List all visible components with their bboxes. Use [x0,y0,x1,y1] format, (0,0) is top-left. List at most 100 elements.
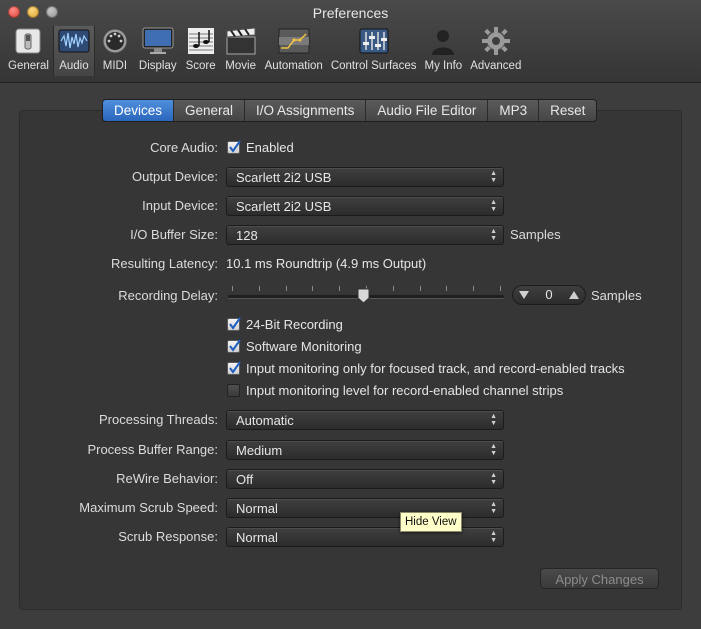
rewire-behavior-row: ReWire Behavior: Off ▲ ▼ [0,467,701,491]
updown-arrows-icon: ▲ ▼ [490,413,497,427]
core-audio-enabled-label: Enabled [246,140,294,155]
checkmark-icon [229,140,241,153]
input-device-label: Input Device: [142,198,218,213]
slider-tick [419,286,421,291]
updown-arrows-icon: ▲ ▼ [490,170,497,184]
toolbar-label: Score [185,60,216,72]
io-buffer-select[interactable]: 128 ▲ ▼ [226,225,504,245]
software-monitoring-checkbox[interactable] [227,339,241,353]
core-audio-checkbox[interactable] [227,140,241,154]
scrub-response-value: Normal [236,530,278,545]
slider-tick [500,286,501,291]
toolbar-label: MIDI [102,60,128,72]
increment-arrow-icon[interactable] [569,291,579,299]
24bit-recording-label: 24-Bit Recording [246,317,343,332]
option-input-monitoring-level-row: Input monitoring level for record-enable… [0,379,701,403]
processing-threads-value: Automatic [236,413,294,428]
slider-thumb[interactable] [357,288,370,304]
processing-threads-row: Processing Threads: Automatic ▲ ▼ [0,408,701,432]
toolbar-label: General [8,60,49,72]
toolbar-label: Movie [225,60,256,72]
processing-threads-select[interactable]: Automatic ▲ ▼ [226,410,504,430]
input-monitoring-focused-label: Input monitoring only for focused track,… [246,361,625,376]
output-device-value: Scarlett 2i2 USB [236,170,332,185]
toolbar-label: Audio [59,60,89,72]
io-buffer-value: 128 [236,228,258,243]
toolbar-audio[interactable]: Audio [52,26,95,76]
checkmark-icon [229,361,241,374]
tab-general[interactable]: General [174,100,246,121]
input-monitoring-focused-checkbox[interactable] [227,361,241,375]
max-scrub-speed-select[interactable]: Normal ▲ ▼ [226,498,504,518]
toolbar-my-info[interactable]: My Info [420,26,466,76]
automation-curve-icon [278,26,310,56]
toolbar-display[interactable]: Display [135,26,181,76]
recording-delay-unit: Samples [591,288,642,303]
slider-tick [339,286,341,291]
switch-icon [12,26,44,56]
toolbar-midi[interactable]: MIDI [95,26,135,76]
latency-row: Resulting Latency: 10.1 ms Roundtrip (4.… [0,252,701,276]
input-device-value: Scarlett 2i2 USB [236,199,332,214]
io-buffer-label: I/O Buffer Size: [130,227,218,242]
user-silhouette-icon [427,26,459,56]
music-notes-icon [185,26,217,56]
max-scrub-speed-label: Maximum Scrub Speed: [79,500,218,515]
slider-tick [473,286,475,291]
hide-view-tooltip: Hide View [400,512,462,532]
mixer-faders-icon [358,26,390,56]
rewire-behavior-select[interactable]: Off ▲ ▼ [226,469,504,489]
toolbar-control-surfaces[interactable]: Control Surfaces [327,26,421,76]
24bit-recording-checkbox[interactable] [227,317,241,331]
toolbar-advanced[interactable]: Advanced [466,26,525,76]
apply-changes-button[interactable]: Apply Changes [540,568,659,589]
max-scrub-speed-row: Maximum Scrub Speed: Normal ▲ ▼ [0,496,701,520]
scrub-response-select[interactable]: Normal ▲ ▼ [226,527,504,547]
processing-threads-label: Processing Threads: [99,412,218,427]
slider-tick [312,286,314,291]
clapperboard-icon [225,26,257,56]
input-monitoring-level-checkbox[interactable] [227,384,240,397]
output-device-select[interactable]: Scarlett 2i2 USB ▲ ▼ [226,167,504,187]
process-buffer-range-select[interactable]: Medium ▲ ▼ [226,440,504,460]
core-audio-label: Core Audio: [150,140,218,155]
slider-tick [392,286,394,291]
io-buffer-row: I/O Buffer Size: 128 ▲ ▼ Samples [0,223,701,247]
tab-reset[interactable]: Reset [539,100,596,121]
monitor-icon [142,26,174,56]
updown-arrows-icon: ▲ ▼ [490,443,497,457]
tab-io-assignments[interactable]: I/O Assignments [245,100,367,121]
preferences-window: Preferences General Audio MIDI Display S… [0,0,701,629]
process-buffer-range-label: Process Buffer Range: [87,442,218,457]
checkmark-icon [229,339,241,352]
option-input-monitoring-focused-row: Input monitoring only for focused track,… [0,357,701,381]
slider-tick [285,286,287,291]
toolbar-label: My Info [424,60,463,72]
midi-connector-icon [99,26,131,56]
updown-arrows-icon: ▲ ▼ [490,472,497,486]
toolbar-score[interactable]: Score [181,26,221,76]
toolbar-automation[interactable]: Automation [261,26,327,76]
tab-devices[interactable]: Devices [103,100,175,121]
recording-delay-row: Recording Delay: 0 Samples [0,284,701,308]
process-buffer-range-row: Process Buffer Range: Medium ▲ ▼ [0,438,701,462]
recording-delay-stepper[interactable]: 0 [512,285,586,305]
output-device-label: Output Device: [132,169,218,184]
updown-arrows-icon: ▲ ▼ [490,501,497,515]
toolbar-movie[interactable]: Movie [221,26,261,76]
tab-mp3[interactable]: MP3 [488,100,540,121]
scrub-response-row: Scrub Response: Normal ▲ ▼ [0,525,701,549]
input-monitoring-level-label: Input monitoring level for record-enable… [246,383,564,398]
latency-value: 10.1 ms Roundtrip (4.9 ms Output) [226,256,427,271]
window-title: Preferences [312,5,389,21]
input-device-select[interactable]: Scarlett 2i2 USB ▲ ▼ [226,196,504,216]
toolbar-general[interactable]: General [4,26,53,76]
title-bar: Preferences General Audio MIDI Display S… [0,0,701,83]
updown-arrows-icon: ▲ ▼ [490,530,497,544]
toolbar-label: Display [138,60,177,72]
updown-arrows-icon: ▲ ▼ [490,228,497,242]
slider-tick [232,286,233,291]
preferences-toolbar: General Audio MIDI Display Score Movie A… [4,26,525,76]
tab-audio-file-editor[interactable]: Audio File Editor [366,100,489,121]
recording-delay-label: Recording Delay: [118,288,218,303]
